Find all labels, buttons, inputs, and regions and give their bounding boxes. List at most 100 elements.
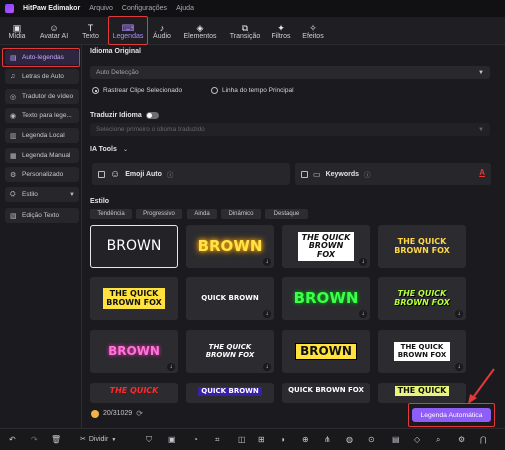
sidebar-item-legenda-local[interactable]: ▥ Legenda Local xyxy=(5,128,79,143)
style-tile[interactable]: BROWN xyxy=(282,330,370,373)
sidebar-item-texto-para-legenda[interactable]: ◉ Texto para lege... xyxy=(5,108,79,123)
style-tile[interactable]: QUICK BROWN ↓ xyxy=(186,277,274,320)
smiley-icon: ☺ xyxy=(110,168,121,180)
audio-icon: ♪ xyxy=(159,22,165,33)
radio-label: Rastrear Clipe Selecionado xyxy=(103,87,183,94)
translate-language-select[interactable]: Selecione primeiro o idioma traduzido ▼ xyxy=(90,123,490,136)
style-tile[interactable]: BROWN ↓ xyxy=(186,225,274,268)
menu-ajuda[interactable]: Ajuda xyxy=(176,5,194,12)
marker-icon[interactable]: ⊕ xyxy=(302,435,309,445)
settings-icon[interactable]: ⚙ xyxy=(458,435,465,445)
style-preview-text: THE QUICK BROWN FOX xyxy=(394,289,450,307)
style-tag-progressivo[interactable]: Progressivo xyxy=(136,209,182,219)
chevron-down-icon: ▼ xyxy=(478,69,484,76)
tab-avatar-ai[interactable]: ☺ Avatar AI xyxy=(34,19,74,43)
style-tile[interactable]: BROWN ↓ xyxy=(90,330,178,373)
highlight-frame-auto-legendas xyxy=(2,48,80,67)
radio-main-timeline[interactable]: Linha do tempo Principal xyxy=(211,87,294,94)
translate-language-placeholder: Selecione primeiro o idioma traduzido xyxy=(96,126,205,133)
style-preview-text: THE QUICK BROWN FOX xyxy=(103,288,165,309)
app-title: HitPaw Edimakor xyxy=(23,5,81,12)
download-icon[interactable]: ↓ xyxy=(263,258,271,266)
text-tool-icon[interactable]: ▣ xyxy=(168,435,176,445)
style-heading: Estilo xyxy=(90,198,110,205)
style-tile[interactable]: QUICK BROWN xyxy=(186,383,274,403)
tab-media[interactable]: ▣ Mídia xyxy=(4,19,30,43)
translate-toggle[interactable] xyxy=(146,112,159,119)
text-icon: T xyxy=(87,22,94,33)
style-tag-dinamico[interactable]: Dinâmico xyxy=(221,209,261,219)
sidebar-item-edicao-texto[interactable]: ▧ Edição Texto xyxy=(5,208,79,223)
credits-counter: 20/31029 ⟳ xyxy=(91,409,143,418)
menu-configuracoes[interactable]: Configurações xyxy=(122,5,167,12)
sidebar-item-label: Edição Texto xyxy=(22,212,60,219)
original-language-select[interactable]: Auto Detecção ▼ xyxy=(90,66,490,79)
tab-efeitos[interactable]: ✧ Efeitos xyxy=(299,19,327,43)
color-icon[interactable]: ◑ xyxy=(280,435,285,445)
redo-icon[interactable]: ↷ xyxy=(31,435,38,445)
download-icon[interactable]: ↓ xyxy=(455,310,463,318)
split-button[interactable]: ✂ Dividir ▼ xyxy=(80,435,116,445)
style-tag-destaque[interactable]: Destaque xyxy=(265,209,308,219)
style-tag-ainda[interactable]: Ainda xyxy=(187,209,217,219)
effect-icon[interactable]: ◍ xyxy=(346,435,353,445)
download-icon[interactable]: ↓ xyxy=(263,363,271,371)
menu-arquivo[interactable]: Arquivo xyxy=(89,5,113,12)
download-icon[interactable]: ↓ xyxy=(359,310,367,318)
tab-elementos[interactable]: ◈ Elementos xyxy=(180,19,220,43)
tab-texto[interactable]: T Texto xyxy=(77,19,104,43)
sidebar-item-letras[interactable]: ♫ Letras de Auto xyxy=(5,69,79,84)
record-icon[interactable]: ⊙ xyxy=(368,435,375,445)
style-tile[interactable]: THE QUICK xyxy=(378,383,466,403)
shield-icon[interactable]: ⛉ xyxy=(146,435,152,445)
style-tile[interactable]: THE QUICK BROWN FOX ↓ xyxy=(378,330,466,373)
download-icon[interactable]: ↓ xyxy=(359,258,367,266)
style-tile[interactable]: THE QUICK BROWN FOX xyxy=(378,225,466,268)
style-tile[interactable]: BROWN ↓ xyxy=(282,277,370,320)
magnet-icon[interactable]: ⋂ xyxy=(480,435,487,445)
style-preview-text: THE QUICK BROWN FOX xyxy=(205,343,255,359)
download-icon[interactable]: ↓ xyxy=(263,310,271,318)
keywords-option[interactable]: ▭ Keywords ⓘ A xyxy=(295,163,491,185)
radio-track-selected-clip[interactable]: Rastrear Clipe Selecionado xyxy=(92,87,182,94)
tab-transicao[interactable]: ⧉ Transição xyxy=(226,19,264,43)
keyframe-icon[interactable]: ◇ xyxy=(414,435,420,445)
style-tile[interactable]: BROWN xyxy=(90,225,178,268)
tab-audio[interactable]: ♪ Áudio xyxy=(150,19,174,43)
text-color-icon[interactable]: A xyxy=(479,168,485,177)
style-preview-text: QUICK BROWN xyxy=(198,387,262,397)
sidebar-item-estilo[interactable]: ⛭ Estilo ▼ xyxy=(5,187,79,202)
tab-filtros[interactable]: ✦ Filtros xyxy=(268,19,294,43)
sidebar-item-legenda-manual[interactable]: ▦ Legenda Manual xyxy=(5,148,79,163)
radio-unselected-icon xyxy=(211,87,218,94)
zoom-fit-icon[interactable]: ⌕ xyxy=(436,435,440,445)
undo-icon[interactable]: ↶ xyxy=(9,435,16,445)
download-icon[interactable]: ↓ xyxy=(167,363,175,371)
style-tile[interactable]: THE QUICK BROWN FOX xyxy=(90,277,178,320)
snapshot-icon[interactable]: ▤ xyxy=(392,435,400,445)
tab-efeitos-label: Efeitos xyxy=(302,32,324,40)
mask-icon[interactable]: ⊞ xyxy=(258,435,265,445)
chevron-down-icon: ▼ xyxy=(69,191,75,198)
keywords-checkbox[interactable] xyxy=(301,170,308,178)
emoji-checkbox[interactable] xyxy=(98,170,105,178)
audio-detach-icon[interactable]: ⋔ xyxy=(324,435,331,445)
style-tile[interactable]: THE QUICK xyxy=(90,383,178,403)
emoji-auto-option[interactable]: ☺ Emoji Auto ⓘ xyxy=(92,163,290,185)
style-tile[interactable]: THE QUICK BROWN FOX ↓ xyxy=(186,330,274,373)
sidebar-item-tradutor[interactable]: ◎ Tradutor de vídeo xyxy=(5,89,79,104)
style-tile[interactable]: THE QUICK BROWN FOX ↓ xyxy=(378,277,466,320)
style-preview-text: BROWN xyxy=(197,236,263,255)
style-tile[interactable]: QUICK BROWN FOX xyxy=(282,383,370,403)
style-tag-tendencia[interactable]: Tendência xyxy=(90,209,132,219)
crop-icon[interactable]: ⌗ xyxy=(215,435,220,445)
keywords-icon: ▭ xyxy=(313,169,321,179)
sidebar-item-personalizado[interactable]: ⚙ Personalizado xyxy=(5,167,79,182)
speed-icon[interactable]: ◔ xyxy=(193,435,198,445)
tab-transicao-label: Transição xyxy=(229,32,261,40)
style-preview-text: BROWN xyxy=(293,288,359,307)
delete-icon[interactable]: 🗑 xyxy=(51,435,61,445)
freeze-icon[interactable]: ◫ xyxy=(238,435,246,445)
style-tile[interactable]: THE QUICK BROWN FOX ↓ xyxy=(282,225,370,268)
refresh-icon[interactable]: ⟳ xyxy=(136,409,143,418)
